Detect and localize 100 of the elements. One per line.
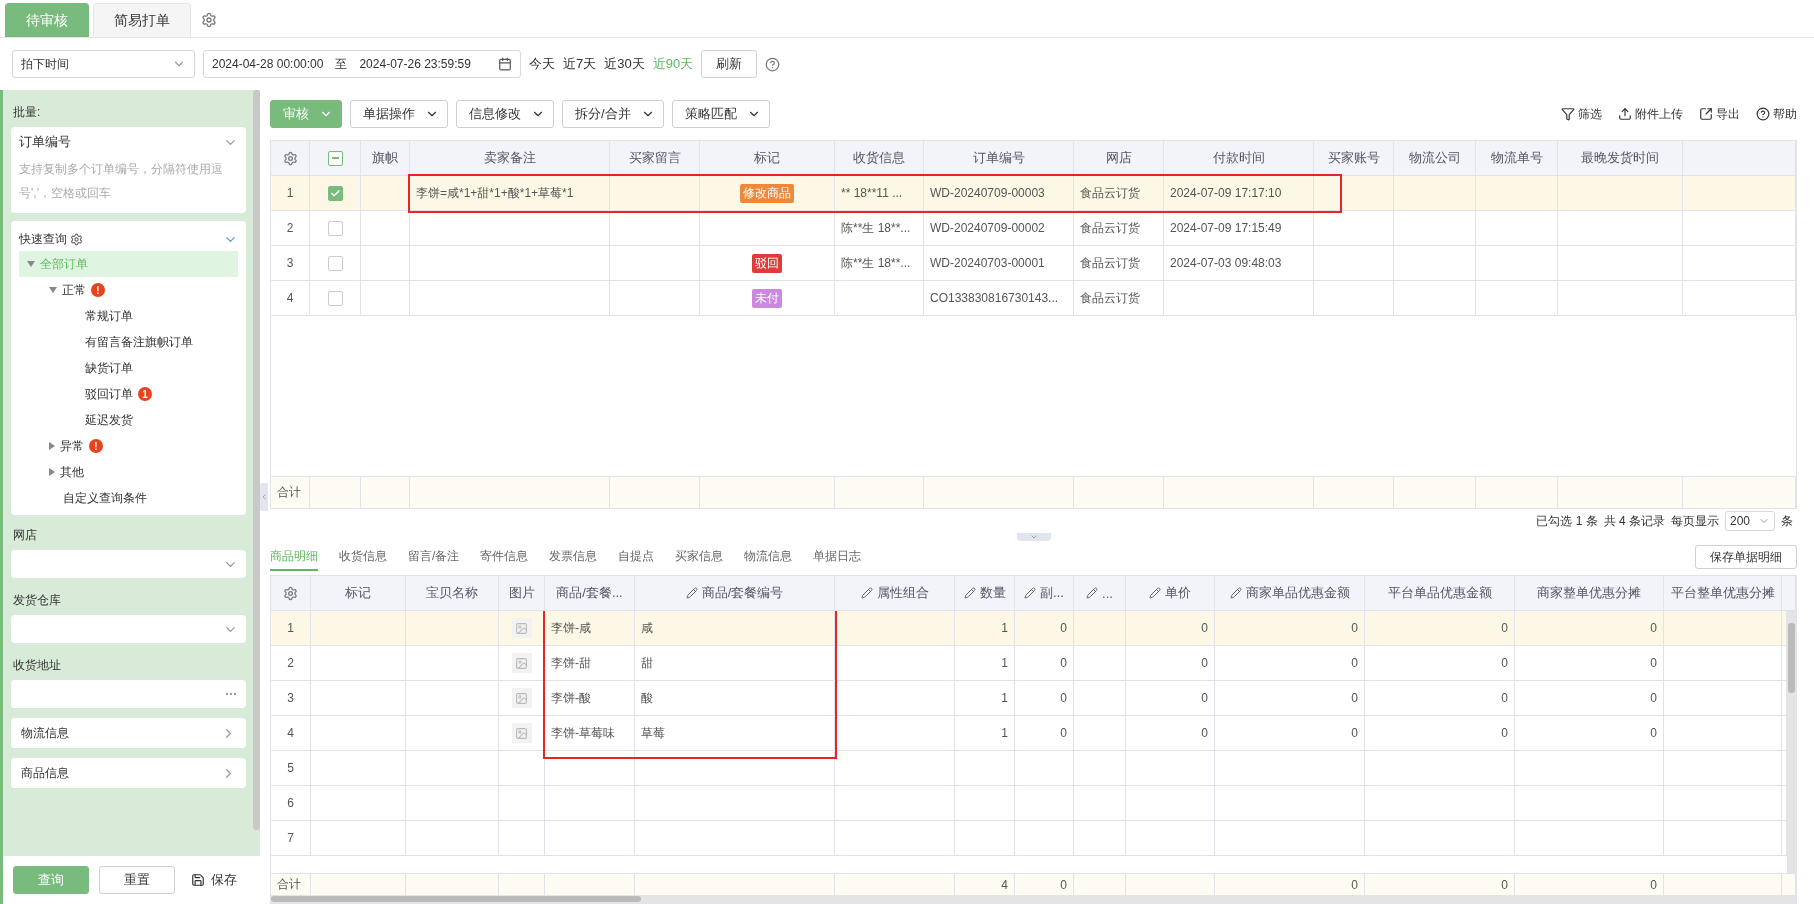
detail-row[interactable]: 2 李饼-甜 甜 1 0 0 0 0 0 [271, 646, 1787, 681]
dropdown-button[interactable]: 拆分/合并 [562, 100, 664, 128]
column-header[interactable]: 平台整单优惠分摊 [1670, 584, 1775, 602]
settings-icon[interactable] [283, 585, 298, 601]
dropdown-button[interactable]: 信息修改 [456, 100, 554, 128]
save-detail-button[interactable]: 保存单据明细 [1695, 545, 1797, 569]
collapsible-panel[interactable]: 商品信息 [11, 758, 246, 788]
detail-tab[interactable]: 买家信息 [675, 543, 724, 571]
column-header[interactable]: 图片 [508, 584, 535, 602]
quick-range-link[interactable]: 今天 [529, 55, 555, 73]
detail-tab[interactable]: 寄件信息 [480, 543, 529, 571]
help-icon[interactable] [765, 56, 781, 72]
select-all-checkbox[interactable] [327, 150, 343, 166]
column-header[interactable]: 宝贝名称 [426, 584, 478, 602]
settings-icon[interactable] [70, 232, 83, 246]
settings-icon[interactable] [201, 12, 217, 28]
column-header[interactable]: 买家留言 [628, 149, 681, 167]
detail-row[interactable]: 1 李饼-咸 咸 1 0 0 0 0 0 [271, 611, 1787, 646]
toolbar-link[interactable]: 附件上传 [1618, 105, 1683, 123]
column-header[interactable]: 平台单品优惠金额 [1387, 584, 1492, 602]
date-range-field[interactable]: 2024-04-28 00:00:00 至 2024-07-26 23:59:59 [203, 50, 521, 78]
toolbar-link[interactable]: 导出 [1699, 105, 1740, 123]
top-tab[interactable]: 简易打单 [93, 3, 191, 37]
column-header[interactable]: 旗帜 [372, 149, 398, 167]
tree-item[interactable]: 驳回订单 1 [19, 381, 238, 407]
page-size-select[interactable]: 200 [1725, 511, 1775, 531]
column-header[interactable]: 订单编号 [972, 149, 1025, 167]
column-header[interactable]: 收货信息 [853, 149, 905, 167]
scrollbar[interactable] [1787, 611, 1796, 873]
toolbar-link[interactable]: 筛选 [1561, 105, 1602, 123]
expand-handle[interactable] [1016, 533, 1051, 541]
column-header[interactable]: 卖家备注 [483, 149, 536, 167]
table-cell: 1 [1001, 691, 1008, 705]
collapse-handle[interactable] [260, 483, 268, 511]
detail-tab[interactable]: 留言/备注 [408, 543, 460, 571]
column-header[interactable]: 商品/套餐编号 [701, 584, 784, 602]
detail-row[interactable]: 6 [271, 786, 1787, 821]
row-number: 7 [287, 831, 294, 845]
column-header[interactable]: 单价 [1165, 584, 1191, 602]
table-cell: WD-20240709-00002 [930, 221, 1045, 235]
select-field[interactable] [11, 680, 246, 708]
detail-tab[interactable]: 单据日志 [813, 543, 862, 571]
row-checkbox[interactable] [327, 290, 343, 306]
tree-item[interactable]: 其他 [19, 459, 238, 485]
scrollbar[interactable] [253, 90, 260, 830]
row-checkbox[interactable] [327, 185, 343, 201]
tree-item[interactable]: 缺货订单 [19, 355, 238, 381]
column-header[interactable]: 买家账号 [1327, 149, 1380, 167]
column-header[interactable]: 最晚发货时间 [1581, 149, 1659, 167]
order-row[interactable]: 2 陈**生 18**... WD-20240709-00002 食品云订货 2024-07-09 17:15:49 [271, 211, 1796, 246]
quick-range-link[interactable]: 近30天 [604, 55, 645, 73]
dropdown-button[interactable]: 单据操作 [350, 100, 448, 128]
column-header[interactable]: 商品/套餐... [556, 584, 623, 602]
select-field[interactable] [11, 615, 246, 643]
column-header[interactable]: 标记 [345, 584, 371, 602]
column-header[interactable]: 物流公司 [1408, 149, 1461, 167]
order-row[interactable]: 4 未付 CO133830816730143... 食品云订货 [271, 281, 1796, 316]
collapsible-panel[interactable]: 物流信息 [11, 718, 246, 748]
tree-item[interactable]: 正常 ! [19, 277, 238, 303]
column-header[interactable]: 属性组合 [876, 584, 929, 602]
row-checkbox[interactable] [327, 255, 343, 271]
row-checkbox[interactable] [327, 220, 343, 236]
order-row[interactable]: 1 李饼=咸*1+甜*1+酸*1+草莓*1 修改商品 ** 18**11 ... WD-20240709-00003 食品云订货 2024-07-09 17:17:10 [271, 176, 1796, 211]
dropdown-button[interactable]: 策略匹配 [671, 100, 770, 128]
total-cell: 0 [1351, 877, 1358, 892]
detail-row[interactable]: 7 [271, 821, 1787, 856]
detail-row[interactable]: 5 [271, 751, 1787, 786]
checked-count: 已勾选 1 条 [1536, 512, 1598, 530]
detail-row[interactable]: 4 李饼-草莓味 草莓 1 0 0 0 0 0 [271, 716, 1787, 751]
time-field-select[interactable]: 拍下时间 [12, 50, 195, 78]
column-header[interactable]: 商家单品优惠金额 [1245, 584, 1350, 602]
order-row[interactable]: 3 驳回 陈**生 18**... WD-20240703-00001 食品云订货 2024-07-03 09:48:03 [271, 246, 1796, 281]
column-header[interactable]: 网店 [1105, 149, 1132, 167]
refresh-button[interactable]: 刷新 [701, 50, 758, 78]
detail-row[interactable]: 3 李饼-酸 酸 1 0 0 0 0 0 [271, 681, 1787, 716]
tree-item[interactable]: 有留言备注旗帜订单 [19, 329, 238, 355]
tree-item[interactable]: 异常 ! [19, 433, 238, 459]
table-cell: 0 [1060, 621, 1067, 635]
detail-tab[interactable]: 物流信息 [744, 543, 793, 571]
column-header[interactable]: 标记 [754, 149, 780, 167]
column-header[interactable]: 副... [1040, 584, 1064, 602]
field-label: 网店 [13, 527, 37, 544]
scrollbar[interactable] [271, 895, 1796, 903]
reset-button[interactable]: 重置 [99, 866, 175, 894]
batch-field-select[interactable]: 订单编号 [19, 133, 71, 151]
column-header[interactable]: ... [1102, 585, 1113, 601]
toolbar-link[interactable]: 帮助 [1756, 105, 1797, 123]
detail-tab[interactable]: 发票信息 [549, 543, 598, 571]
column-header[interactable]: 数量 [979, 584, 1006, 602]
settings-icon[interactable] [282, 150, 298, 166]
select-field[interactable] [11, 550, 246, 578]
detail-tab[interactable]: 收货信息 [339, 543, 387, 571]
column-header[interactable]: 物流单号 [1490, 149, 1543, 167]
column-header[interactable]: 付款时间 [1212, 149, 1265, 167]
tree-item[interactable]: 自定义查询条件 [19, 485, 238, 511]
quick-range-link[interactable]: 近7天 [563, 55, 597, 73]
detail-tab[interactable]: 自提点 [618, 543, 655, 571]
tree-item[interactable]: 延迟发货 [19, 407, 238, 433]
tree-item[interactable]: 常规订单 [19, 303, 238, 329]
column-header[interactable]: 商家整单优惠分摊 [1537, 584, 1641, 602]
